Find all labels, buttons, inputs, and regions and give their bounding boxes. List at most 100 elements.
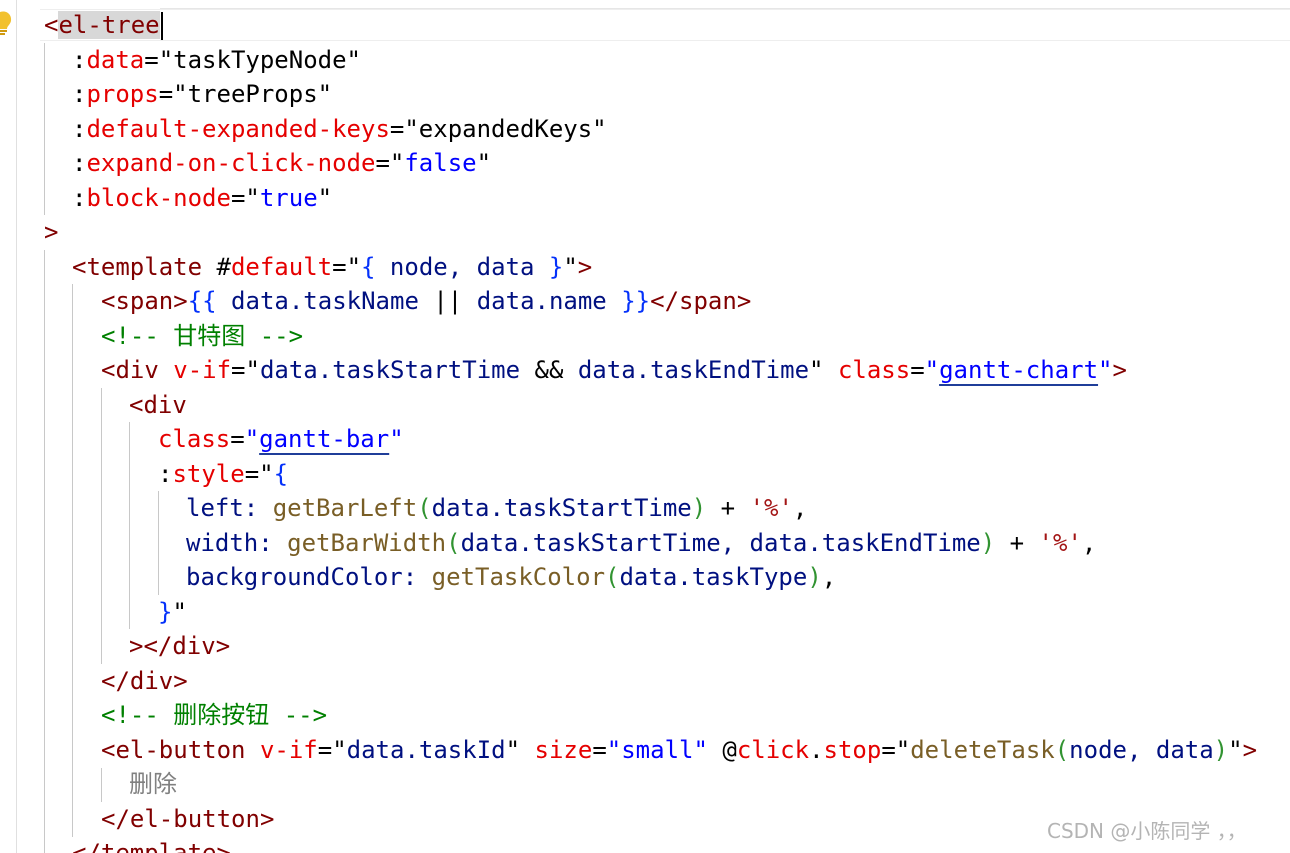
code-token: ": [389, 425, 404, 453]
code-token: <el-button: [101, 735, 260, 764]
code-token: {{: [187, 287, 217, 315]
code-token: style: [172, 459, 245, 488]
code-line[interactable]: class="gantt-bar": [158, 422, 404, 456]
code-token: ": [346, 252, 362, 281]
code-line[interactable]: left: getBarLeft(data.taskStartTime) + '…: [186, 491, 807, 525]
code-token: </el-button>: [101, 804, 275, 833]
code-token: @: [722, 735, 737, 764]
code-token: ": [1098, 356, 1113, 384]
code-token: ": [809, 356, 838, 384]
code-token: ": [895, 735, 911, 764]
code-token: </span>: [650, 287, 752, 315]
code-token: =: [244, 459, 260, 488]
code-line[interactable]: ></div>: [129, 629, 230, 663]
code-token: +: [995, 528, 1039, 557]
code-token: (: [1054, 735, 1070, 764]
text-caret: [160, 12, 163, 40]
code-token: >: [1242, 735, 1258, 764]
code-token: default-expanded-keys: [86, 114, 390, 143]
code-token: (: [605, 563, 620, 591]
code-line[interactable]: :data="taskTypeNode": [72, 43, 361, 77]
code-line[interactable]: <div: [129, 388, 187, 422]
code-token: :: [72, 183, 87, 212]
code-token: ": [245, 356, 260, 384]
code-token: data.taskName: [216, 287, 434, 315]
code-line[interactable]: <div v-if="data.taskStartTime && data.ta…: [101, 353, 1127, 387]
code-token: '%': [1038, 528, 1082, 557]
code-line[interactable]: :style="{: [158, 457, 288, 491]
code-line[interactable]: <!-- 删除按钮 -->: [101, 698, 327, 732]
code-token: v-if: [259, 735, 318, 764]
code-token: =: [144, 45, 159, 74]
code-token: -->: [245, 321, 304, 350]
code-token: =: [881, 735, 896, 764]
code-token: >: [1112, 356, 1127, 384]
code-token: data.taskType: [619, 563, 808, 591]
indent-guide: [129, 422, 130, 629]
code-token: data.name: [462, 287, 622, 315]
code-token: gantt-bar: [259, 425, 390, 453]
code-token: props: [86, 80, 159, 108]
code-line[interactable]: width: getBarWidth(data.taskStartTime, d…: [186, 526, 1096, 560]
indent-guide: [101, 388, 102, 664]
code-token: ": [476, 149, 492, 177]
code-token: data.taskStartTime, data.taskEndTime: [460, 528, 981, 557]
code-token: ||: [433, 287, 463, 315]
indent-guide: [44, 43, 45, 215]
code-token: getTaskColor: [431, 563, 606, 591]
code-token: class: [837, 356, 911, 384]
code-token: ": [505, 735, 535, 764]
code-line[interactable]: </el-button>: [101, 802, 274, 836]
code-token: "taskTypeNode": [158, 45, 361, 74]
code-line[interactable]: :expand-on-click-node="false": [72, 146, 491, 180]
code-line[interactable]: >: [44, 215, 58, 249]
indent-guide: [101, 768, 102, 802]
code-token: {: [273, 459, 289, 488]
code-token: </template>: [72, 839, 231, 853]
code-token: ,: [1081, 528, 1097, 557]
code-line[interactable]: backgroundColor: getTaskColor(data.taskT…: [186, 560, 836, 594]
code-token: {: [361, 252, 376, 281]
code-line[interactable]: }": [158, 595, 187, 629]
code-token: size: [534, 735, 593, 764]
code-token: node, data: [1069, 735, 1214, 764]
code-token: ": [563, 252, 578, 281]
indent-guide: [72, 284, 73, 837]
code-line[interactable]: <template #default="{ node, data }">: [72, 250, 592, 284]
code-token: data.taskEndTime: [577, 356, 810, 384]
code-token: 甘特图: [173, 321, 246, 350]
code-token: "expandedKeys": [404, 114, 607, 143]
lightbulb-icon[interactable]: [0, 10, 12, 36]
code-line[interactable]: <el-button v-if="data.taskId" size="smal…: [101, 733, 1257, 767]
code-line[interactable]: <!-- 甘特图 -->: [101, 319, 303, 353]
code-line[interactable]: </div>: [101, 664, 188, 698]
indent-guide: [44, 250, 45, 853]
indent-guide: [158, 491, 159, 595]
code-token: data.taskStartTime: [431, 494, 692, 522]
code-line[interactable]: <span>{{ data.taskName || data.name }}</…: [101, 284, 751, 318]
code-token: ": [1228, 735, 1243, 764]
code-token: width:: [186, 528, 288, 557]
code-line[interactable]: <el-tree: [44, 8, 163, 42]
code-token: :: [72, 80, 87, 108]
code-line[interactable]: :props="treeProps": [72, 77, 332, 111]
code-token: ": [259, 459, 274, 488]
code-token: block-node: [86, 183, 231, 212]
code-token: <div: [129, 390, 187, 419]
code-token: <div: [101, 356, 174, 384]
code-line[interactable]: </template>: [72, 836, 231, 853]
code-token: :: [72, 149, 87, 177]
code-line[interactable]: :default-expanded-keys="expandedKeys": [72, 112, 607, 146]
code-token: 删除按钮: [173, 701, 270, 729]
code-line[interactable]: :block-node="true": [72, 181, 332, 215]
code-token: <template: [72, 252, 217, 281]
code-editor[interactable]: <el-tree:data="taskTypeNode":props="tree…: [0, 0, 1290, 853]
code-token: =: [317, 735, 333, 764]
code-token: (: [446, 528, 461, 557]
code-token: deleteTask: [910, 735, 1055, 764]
code-token: =: [389, 114, 405, 143]
code-token: getBarWidth: [287, 528, 447, 557]
code-token: ): [807, 563, 822, 591]
code-token: =: [230, 425, 245, 453]
code-line[interactable]: 删除: [129, 767, 177, 801]
